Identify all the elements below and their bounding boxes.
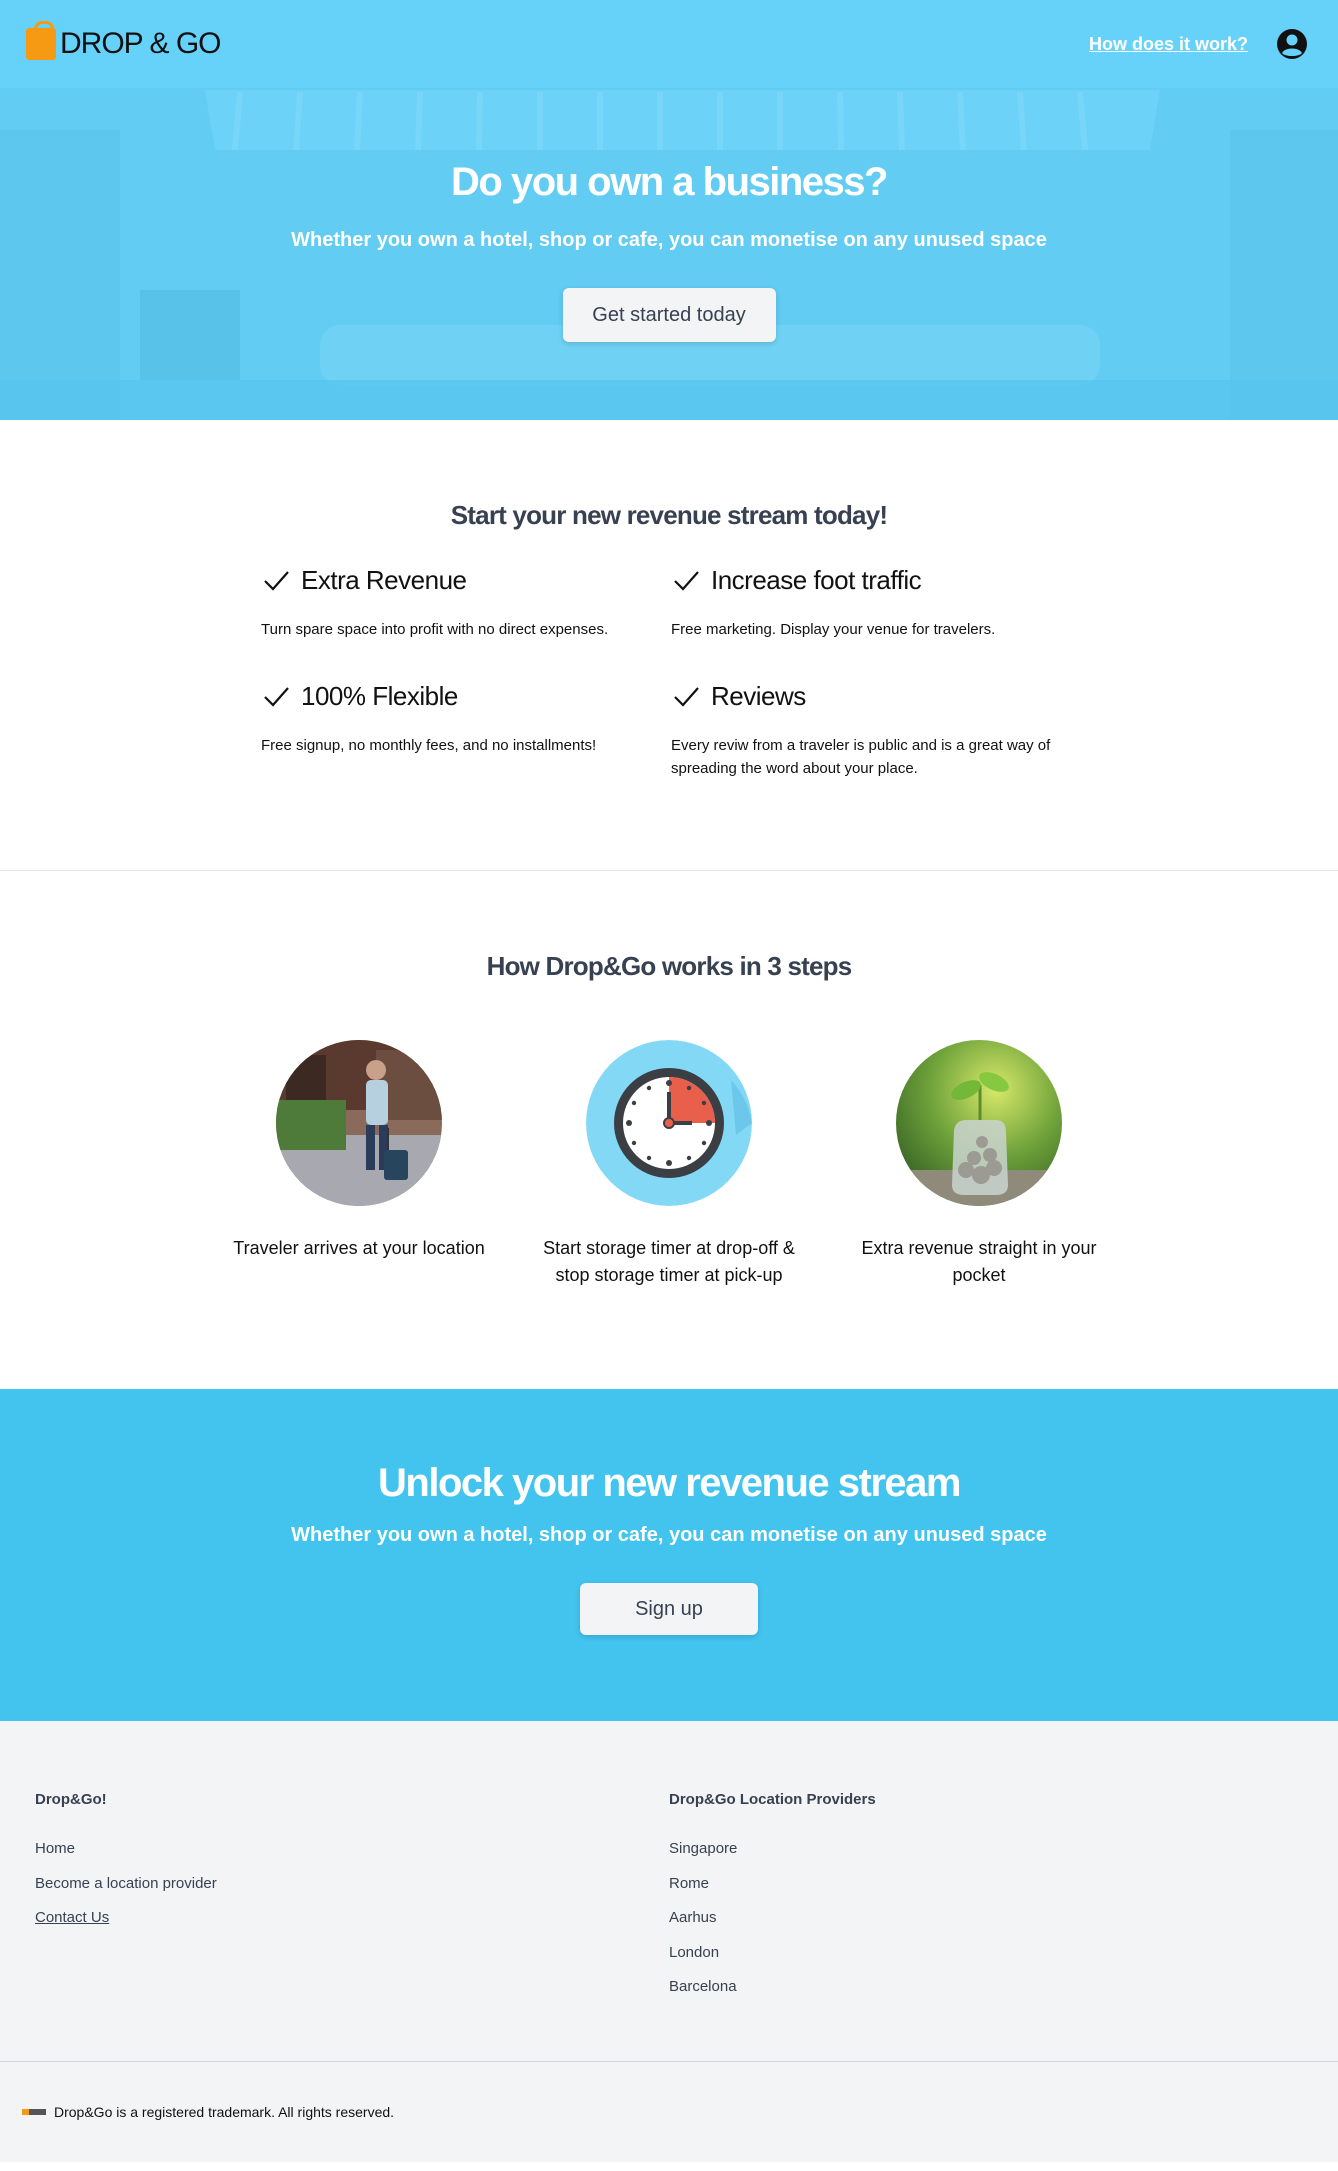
copyright-text: Drop&Go is a registered trademark. All r… [54, 2104, 395, 2120]
mini-logo-icon [22, 2109, 46, 2115]
features-grid: Extra Revenue Turn spare space into prof… [259, 565, 1079, 780]
sign-up-button[interactable]: Sign up [580, 1583, 758, 1635]
logo-text: DROP & GO [60, 27, 221, 60]
feature-description: Turn spare space into profit with no dir… [261, 621, 609, 638]
footer-link-aarhus[interactable]: Aarhus [669, 1909, 1303, 1944]
step-text: Extra revenue straight in your pocket [861, 1238, 1097, 1285]
nav-right: How does it work? [1089, 28, 1308, 60]
feature-title: Increase foot traffic [711, 565, 922, 595]
footer: Drop&Go! Home Become a location provider… [0, 1721, 1338, 2061]
hero-content: Do you own a business? Whether you own a… [0, 160, 1338, 342]
checkmark-icon [674, 686, 699, 707]
hero-subtitle: Whether you own a hotel, shop or cafe, y… [291, 229, 1047, 251]
shopping-bag-icon [26, 21, 56, 60]
user-account-icon[interactable] [1276, 28, 1308, 60]
footer-column-dropgo: Drop&Go! Home Become a location provider… [35, 1791, 669, 2061]
how-it-works-section: How Drop&Go works in 3 steps Traveler ar… [0, 871, 1338, 1389]
features-section: Start your new revenue stream today! Ext… [0, 420, 1338, 871]
feature-description: Free marketing. Display your venue for t… [671, 621, 996, 638]
top-navbar: DROP & GO How does it work? [0, 0, 1338, 88]
steps-title: How Drop&Go works in 3 steps [486, 951, 853, 981]
footer-link-rome[interactable]: Rome [669, 1875, 1303, 1910]
how-it-works-link[interactable]: How does it work? [1089, 34, 1248, 55]
footer-link-list: Singapore Rome Aarhus London Barcelona [669, 1840, 1303, 2013]
footer-heading: Drop&Go! [35, 1791, 107, 1808]
feature-item: Increase foot traffic Free marketing. Di… [671, 565, 1081, 641]
cta-title: Unlock your new revenue stream [378, 1461, 961, 1505]
feature-title: Extra Revenue [301, 565, 467, 595]
feature-description: Free signup, no monthly fees, and no ins… [261, 737, 597, 754]
footer-column-locations: Drop&Go Location Providers Singapore Rom… [669, 1791, 1303, 2061]
steps-row: Traveler arrives at your location Start … [0, 1040, 1338, 1289]
features-title: Start your new revenue stream today! [450, 500, 888, 530]
footer-link-become-provider[interactable]: Become a location provider [35, 1875, 669, 1910]
step-text: Start storage timer at drop-off & stop s… [543, 1238, 795, 1285]
traveler-photo [276, 1040, 442, 1206]
get-started-button[interactable]: Get started today [562, 288, 776, 342]
footer-link-singapore[interactable]: Singapore [669, 1840, 1303, 1875]
step-item: Traveler arrives at your location [224, 1040, 494, 1289]
step-item: Extra revenue straight in your pocket [844, 1040, 1114, 1289]
footer-heading: Drop&Go Location Providers [669, 1791, 876, 1808]
feature-item: Reviews Every reviw from a traveler is p… [671, 681, 1081, 780]
checkmark-icon [264, 686, 289, 707]
cta-section: Unlock your new revenue stream Whether y… [0, 1389, 1338, 1721]
clock-icon [586, 1040, 752, 1206]
footer-link-contact[interactable]: Contact Us [35, 1909, 669, 1944]
feature-item: 100% Flexible Free signup, no monthly fe… [261, 681, 671, 780]
checkmark-icon [674, 570, 699, 591]
feature-description: Every reviw from a traveler is public an… [671, 737, 1051, 777]
footer-link-london[interactable]: London [669, 1944, 1303, 1979]
feature-title: 100% Flexible [301, 681, 458, 711]
coin-jar-photo [896, 1040, 1062, 1206]
feature-title: Reviews [711, 681, 806, 711]
step-text: Traveler arrives at your location [233, 1238, 485, 1258]
cta-subtitle: Whether you own a hotel, shop or cafe, y… [291, 1524, 1047, 1546]
step-item: Start storage timer at drop-off & stop s… [534, 1040, 804, 1289]
feature-item: Extra Revenue Turn spare space into prof… [261, 565, 671, 641]
hero-title: Do you own a business? [451, 160, 888, 204]
checkmark-icon [264, 570, 289, 591]
footer-link-barcelona[interactable]: Barcelona [669, 1978, 1303, 2013]
footer-bottom-bar: Drop&Go is a registered trademark. All r… [0, 2061, 1338, 2162]
footer-link-list: Home Become a location provider Contact … [35, 1840, 669, 1944]
logo[interactable]: DROP & GO [26, 21, 221, 61]
footer-link-home[interactable]: Home [35, 1840, 669, 1875]
